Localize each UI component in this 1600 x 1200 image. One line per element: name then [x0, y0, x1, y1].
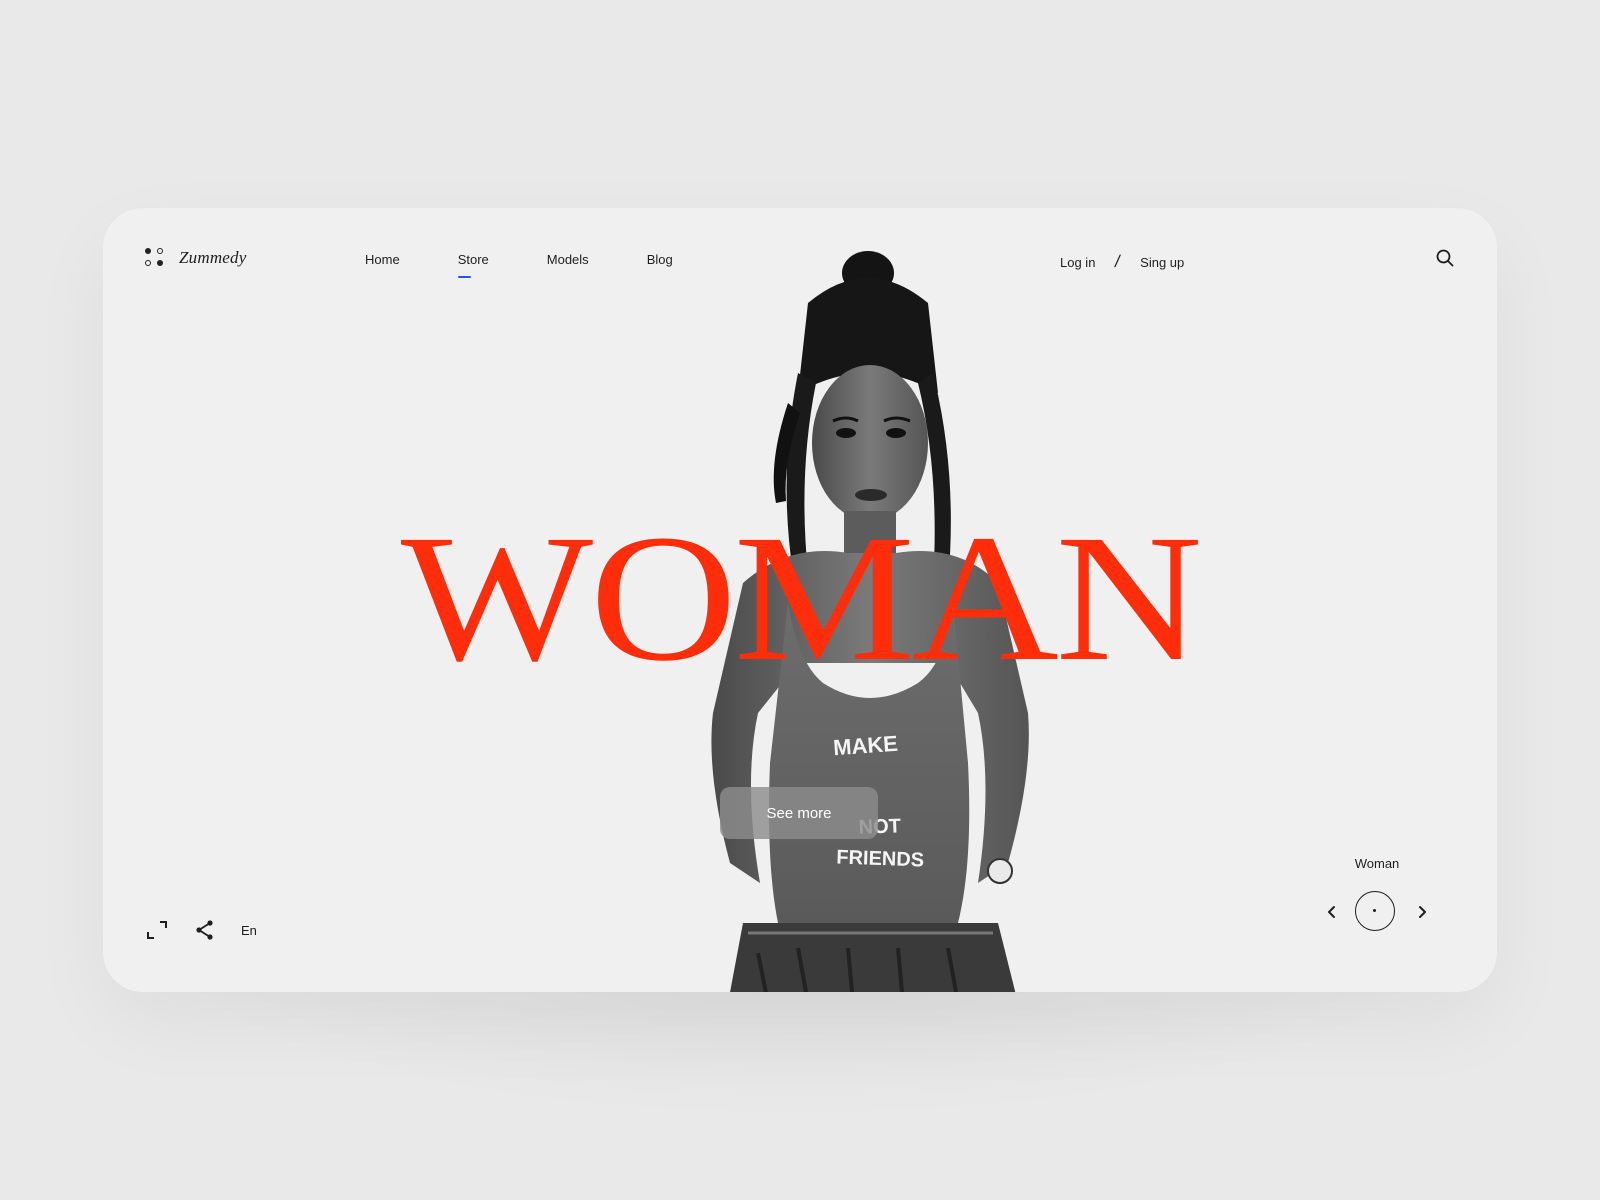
share-icon[interactable]: [193, 918, 217, 942]
search-icon[interactable]: [1435, 248, 1455, 268]
page-controls: En: [145, 918, 257, 942]
auth-separator: /: [1113, 252, 1122, 271]
brand-logo[interactable]: Zummedy: [145, 248, 247, 268]
hero-card: Zummedy Home Store Models Blog MAKE NOT …: [103, 208, 1497, 992]
nav-item-store[interactable]: Store: [457, 252, 489, 278]
chevron-left-icon[interactable]: [1323, 903, 1341, 921]
svg-text:FRIENDS: FRIENDS: [836, 846, 925, 871]
auth-links: Log in / Sing up: [1060, 252, 1184, 272]
slide-label: Woman: [1354, 856, 1400, 871]
fullscreen-icon[interactable]: [145, 918, 169, 942]
login-link[interactable]: Log in: [1060, 255, 1095, 270]
chevron-right-icon[interactable]: [1413, 903, 1431, 921]
four-dots-logo-icon: [145, 248, 165, 268]
signup-link[interactable]: Sing up: [1140, 255, 1184, 270]
nav-item-store-label: Store: [457, 252, 489, 267]
nav-item-models[interactable]: Models: [547, 252, 589, 267]
brand-name: Zummedy: [179, 248, 247, 267]
active-nav-indicator: [457, 276, 471, 278]
page: Zummedy Home Store Models Blog MAKE NOT …: [0, 0, 1600, 1200]
slide-controls: [1323, 891, 1431, 935]
model-photo: MAKE NOT FRIENDS: [711, 251, 1029, 992]
slide-indicator-dot: [1373, 909, 1376, 912]
nav-item-home[interactable]: Home: [365, 252, 400, 267]
see-more-button[interactable]: See more: [720, 787, 878, 839]
slide-indicator[interactable]: [1355, 891, 1395, 931]
main-nav: Home Store Models Blog: [365, 252, 673, 278]
language-selector[interactable]: En: [241, 923, 257, 938]
svg-text:MAKE: MAKE: [832, 731, 898, 760]
